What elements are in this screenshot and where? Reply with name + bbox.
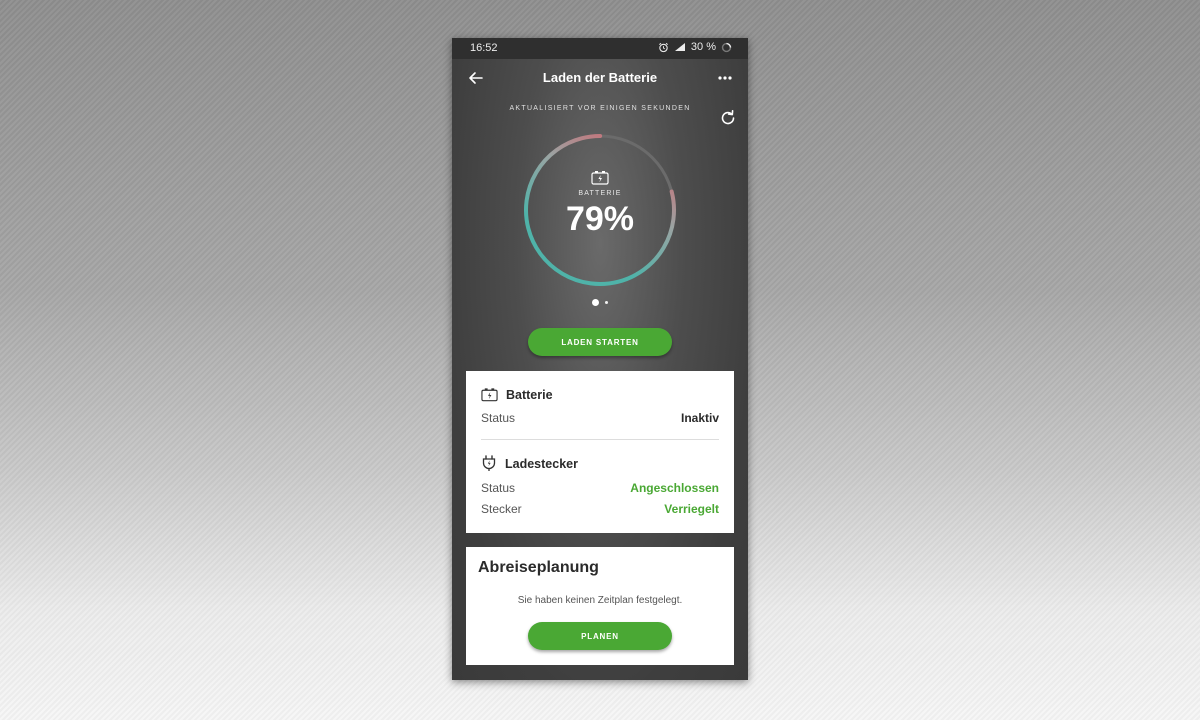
plug-status-value: Angeschlossen (630, 481, 719, 495)
battery-status-row: Status Inaktiv (481, 411, 719, 425)
departure-planning-card: Abreiseplanung Sie haben keinen Zeitplan… (466, 547, 734, 665)
refresh-icon[interactable] (718, 108, 738, 128)
signal-icon (674, 43, 685, 51)
more-dots-icon[interactable] (716, 68, 734, 88)
page-indicator (452, 299, 748, 306)
plug-status-row: Status Angeschlossen (481, 481, 719, 495)
battery-percent-text: 30 % (690, 41, 716, 53)
status-icons: 30 % (658, 41, 732, 53)
battery-section-title: Batterie (506, 387, 553, 402)
gauge-label: BATTERIE (578, 190, 622, 197)
row-label: Status (481, 481, 516, 495)
last-updated-text: AKTUALISIERT VOR EINIGEN SEKUNDEN (509, 105, 691, 112)
row-label: Stecker (481, 502, 522, 516)
status-card: Batterie Status Inaktiv Ladestecker Stat… (466, 371, 734, 533)
gauge-value: 79% (565, 200, 635, 238)
gauge-center: BATTERIE 79% (522, 132, 678, 288)
page-title: Laden der Batterie (542, 70, 658, 85)
planning-empty-text: Sie haben keinen Zeitplan festgelegt. (517, 595, 683, 606)
planning-title: Abreiseplanung (478, 559, 599, 576)
app-bar: Laden der Batterie (452, 59, 748, 97)
page-indicator-dot-active[interactable] (592, 299, 599, 306)
row-label: Status (481, 411, 516, 425)
page-indicator-dot[interactable] (605, 301, 608, 304)
battery-section-header: Batterie (481, 387, 553, 402)
plug-lock-row: Stecker Verriegelt (481, 502, 719, 516)
plug-icon (482, 455, 496, 471)
plug-lock-value: Verriegelt (664, 502, 719, 516)
alarm-icon (658, 42, 668, 52)
battery-icon (481, 388, 498, 402)
status-time: 16:52 (470, 42, 498, 54)
status-bar: 16:52 30 % (452, 38, 748, 59)
battery-icon (591, 171, 609, 185)
battery-charging-ring-icon (721, 42, 732, 52)
battery-status-value: Inaktiv (680, 411, 719, 425)
section-divider (481, 439, 719, 440)
plan-button[interactable]: PLANEN (528, 622, 672, 650)
start-charging-button[interactable]: LADEN STARTEN (528, 328, 672, 356)
plug-section-header: Ladestecker (481, 455, 578, 472)
plug-section-title: Ladestecker (505, 456, 578, 471)
phone-screen: 16:52 30 % Laden der Batterie AKTUALISIE… (452, 38, 748, 680)
